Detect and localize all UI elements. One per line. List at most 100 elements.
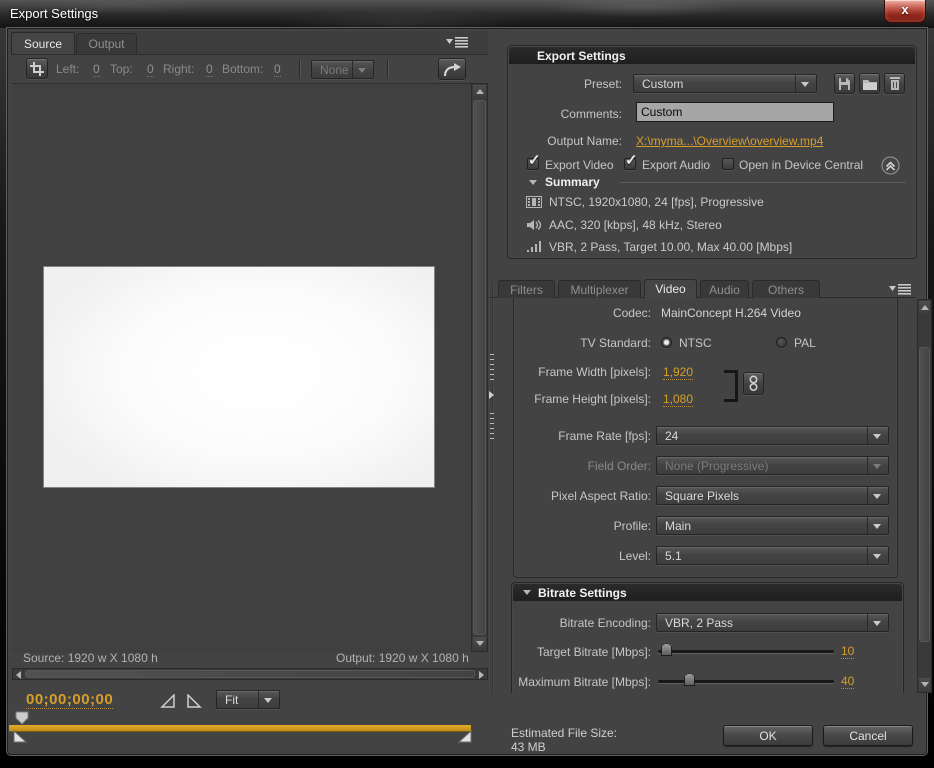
zoom-level-dropdown[interactable]: Fit [216,690,280,709]
timeline-track[interactable] [9,725,471,732]
ok-button[interactable]: OK [723,725,813,746]
frame-width-value[interactable]: 1,920 [663,365,693,380]
output-name-link[interactable]: X:\myma...\Overview\overview.mp4 [636,134,823,148]
splitter-grip[interactable] [490,354,494,384]
tab-source[interactable]: Source [11,32,75,54]
tab-audio[interactable]: Audio [700,280,749,298]
scroll-up-arrow[interactable] [919,301,930,314]
crop-bottom-label: Bottom: [222,62,263,76]
tab-filters[interactable]: Filters [498,280,555,298]
profile-dropdown[interactable]: Main [656,516,889,535]
chevron-down-icon [801,82,809,87]
tab-others[interactable]: Others [752,280,820,298]
chevron-down-icon [873,464,881,469]
preview-panel-menu-icon[interactable] [446,35,470,53]
crop-ratio-dropdown[interactable]: None [311,60,374,79]
chevron-down-icon [358,68,366,73]
ntsc-label: NTSC [679,336,712,350]
preset-dropdown[interactable]: Custom [633,74,817,93]
chevron-down-icon [873,524,881,529]
crop-bottom-value[interactable]: 0 [274,62,281,77]
summary-rule [620,182,906,183]
scrollbar-thumb[interactable] [473,100,486,635]
save-icon [838,77,851,91]
scroll-left-arrow[interactable] [16,671,21,679]
close-button[interactable]: x [884,0,926,23]
crop-right-value[interactable]: 0 [206,62,213,77]
trim-handle-left[interactable] [13,730,28,748]
chevron-down-icon [873,434,881,439]
export-video-checkbox[interactable]: ✓ [527,158,539,170]
pixel-aspect-ratio-label: Pixel Aspect Ratio: [551,489,651,503]
preset-label: Preset: [584,77,622,91]
comments-input[interactable] [636,102,834,122]
export-settings-header: Export Settings [509,47,915,64]
title-bar[interactable]: Export Settings x [0,0,934,28]
device-central-checkbox[interactable] [722,158,734,170]
scrollbar-thumb[interactable] [919,347,930,642]
cancel-button[interactable]: Cancel [823,725,913,746]
frame-width-label: Frame Width [pixels]: [538,365,651,379]
crop-ratio-value: None [320,63,349,77]
target-bitrate-value[interactable]: 10 [841,644,854,659]
crop-left-value[interactable]: 0 [93,62,100,77]
level-label: Level: [619,549,651,563]
estimated-file-size-label: Estimated File Size: [511,726,617,740]
pal-radio[interactable] [776,337,787,348]
bitrate-disclosure-triangle[interactable] [523,590,531,595]
video-preview-area[interactable] [12,83,471,653]
crop-button[interactable] [26,58,48,79]
scrollbar-thumb[interactable] [25,670,475,678]
tv-standard-label: TV Standard: [580,336,651,350]
set-out-point-icon[interactable] [185,694,202,714]
splitter-collapse-arrow[interactable] [489,391,494,399]
bitrate-encoding-label: Bitrate Encoding: [560,616,651,630]
summary-audio-line: AAC, 320 [kbps], 48 kHz, Stereo [549,218,722,232]
output-dimensions: Output: 1920 w X 1080 h [336,651,469,665]
import-preset-button[interactable] [859,73,880,94]
tab-multiplexer[interactable]: Multiplexer [558,280,641,298]
collapse-panel-button[interactable] [881,156,900,180]
crop-top-value[interactable]: 0 [147,62,154,77]
export-audio-checkbox[interactable]: ✓ [624,158,636,170]
preview-hscrollbar[interactable] [12,668,488,680]
scroll-right-arrow[interactable] [479,671,484,679]
target-bitrate-slider[interactable] [658,650,834,653]
frame-height-value[interactable]: 1,080 [663,392,693,407]
splitter-grip[interactable] [490,413,494,443]
tab-video[interactable]: Video [644,279,697,298]
summary-disclosure-triangle[interactable] [529,180,537,185]
field-order-label: Field Order: [588,459,651,473]
scroll-down-arrow[interactable] [473,637,486,650]
frame-rate-label: Frame Rate [fps]: [558,429,651,443]
source-dimensions: Source: 1920 w X 1080 h [23,651,158,665]
save-preset-button[interactable] [834,73,855,94]
bitrate-encoding-dropdown[interactable]: VBR, 2 Pass [656,613,889,632]
trim-handle-right[interactable] [457,730,472,748]
chevron-down-icon [264,698,272,703]
pixel-aspect-ratio-dropdown[interactable]: Square Pixels [656,486,889,505]
panel-splitter[interactable] [492,281,493,693]
scroll-down-arrow[interactable] [919,678,930,691]
preview-vscrollbar[interactable] [471,83,488,652]
frame-rate-dropdown[interactable]: 24 [656,426,889,445]
scroll-up-arrow[interactable] [473,85,486,98]
chevron-down-icon [873,494,881,499]
options-vscrollbar[interactable] [917,299,932,693]
summary-header: Summary [545,175,600,189]
maximum-bitrate-value[interactable]: 40 [841,674,854,689]
crop-left-label: Left: [56,62,79,76]
ntsc-radio[interactable] [661,337,672,348]
delete-preset-button[interactable] [884,73,905,94]
link-dimensions-button[interactable] [743,372,764,395]
timecode[interactable]: 00;00;00;00 [26,691,113,709]
level-dropdown[interactable]: 5.1 [656,546,889,565]
bitrate-settings-header: Bitrate Settings [513,584,902,601]
field-order-dropdown[interactable]: None (Progressive) [656,456,889,475]
export-arrow-button[interactable] [438,58,466,80]
chevron-down-icon [873,621,881,626]
tab-output[interactable]: Output [76,33,137,54]
toolbar-divider [299,60,300,78]
video-frame [44,267,434,487]
set-in-point-icon[interactable] [160,694,177,714]
